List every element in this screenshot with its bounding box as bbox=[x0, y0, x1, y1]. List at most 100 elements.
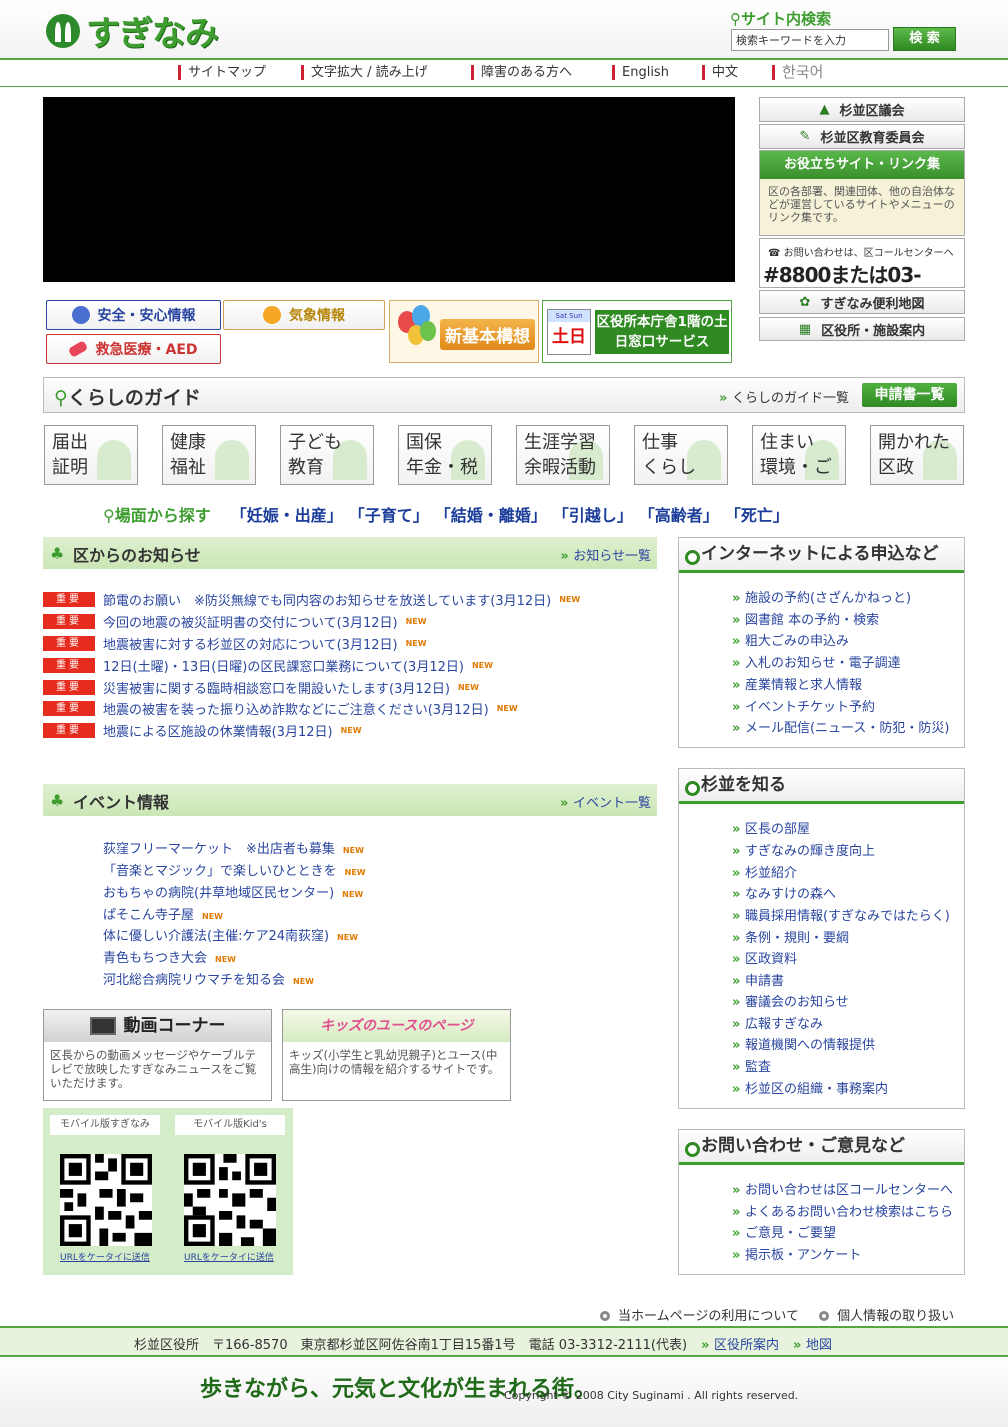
inquiry-link[interactable]: ご意見・ご要望 bbox=[732, 1222, 836, 1241]
inquiry-link[interactable]: よくあるお問い合わせ検索はこちら bbox=[732, 1201, 953, 1220]
event-link[interactable]: 河北総合病院リウマチを知る会 bbox=[103, 973, 285, 988]
main-banner[interactable] bbox=[43, 97, 735, 282]
logo-mark-icon bbox=[46, 13, 80, 48]
category-learning[interactable]: 生涯学習 余暇活動 bbox=[516, 425, 610, 485]
event-link[interactable]: ぱそこん寺子屋 bbox=[103, 908, 194, 923]
internet-link[interactable]: 入札のお知らせ・電子調達 bbox=[732, 652, 901, 671]
site-logo[interactable]: すぎなみ bbox=[46, 6, 219, 55]
weekend-service-label: 区役所本庁舎1階の土日窓口サービス bbox=[595, 310, 729, 354]
call-center-box[interactable]: ☎ お問い合わせは、区コールセンターへ #8800または03-3372-8800 bbox=[759, 238, 965, 312]
scene-marriage[interactable]: 「結婚・離婚」 bbox=[443, 506, 547, 525]
know-link[interactable]: 監査 bbox=[732, 1056, 771, 1075]
notice-link[interactable]: 地震被害に対する杉並区の対応について(3月12日) bbox=[103, 634, 398, 653]
basic-plan-banner[interactable]: 新基本構想 bbox=[389, 300, 539, 363]
useful-links-box[interactable]: お役立ちサイト・リンク集 区の各部署、関連団体、他の自治体などが運営しているサイ… bbox=[759, 150, 965, 236]
internet-apply-title: インターネットによる申込など bbox=[679, 538, 964, 573]
video-corner-box[interactable]: 動画コーナー 区長からの動画メッセージやケーブルテレビで放映したすぎなみニュース… bbox=[43, 1009, 272, 1101]
double-arrow-icon: » bbox=[793, 1338, 806, 1353]
nav-korean[interactable]: 한국어 bbox=[772, 65, 823, 80]
know-link[interactable]: 条例・規則・要綱 bbox=[732, 927, 849, 946]
important-badge: 重要 bbox=[43, 592, 95, 607]
event-link[interactable]: 「音楽とマジック」で楽しいひとときを bbox=[103, 864, 337, 879]
notice-link[interactable]: 地震の被害を装った振り込め詐欺などにご注意ください(3月12日) bbox=[103, 699, 489, 718]
inquiry-link[interactable]: お問い合わせは区コールセンターへ bbox=[732, 1179, 953, 1198]
internet-link[interactable]: メール配信(ニュース・防犯・防災) bbox=[732, 717, 950, 736]
facilities-link[interactable]: ▦ 区役所・施設案内 bbox=[759, 317, 965, 341]
new-badge: NEW bbox=[293, 977, 314, 986]
know-link[interactable]: 申請書 bbox=[732, 970, 784, 989]
emergency-button[interactable]: 救急医療・AED bbox=[46, 334, 221, 364]
scene-elderly[interactable]: 「高齢者」 bbox=[647, 506, 719, 525]
application-list-button[interactable]: 申請書一覧 bbox=[862, 383, 957, 407]
event-link[interactable]: おもちゃの病院(井草地域区民センター) bbox=[103, 886, 334, 901]
know-link[interactable]: 区政資料 bbox=[732, 948, 797, 967]
category-children[interactable]: 子ども 教育 bbox=[280, 425, 374, 485]
internet-link[interactable]: イベントチケット予約 bbox=[732, 696, 875, 715]
search-button[interactable]: 検 索 bbox=[893, 27, 956, 51]
notice-link[interactable]: 節電のお願い ※防災無線でも同内容のお知らせを放送しています(3月12日) bbox=[103, 590, 551, 609]
notice-link[interactable]: 今回の地震の被災証明書の交付について(3月12日) bbox=[103, 612, 398, 631]
notices-title: 区からのお知らせ bbox=[73, 546, 201, 565]
know-link[interactable]: 杉並紹介 bbox=[732, 862, 797, 881]
internet-link[interactable]: 粗大ごみの申込み bbox=[732, 630, 849, 649]
inquiry-link[interactable]: 掲示板・アンケート bbox=[732, 1244, 861, 1263]
weather-button[interactable]: 気象情報 bbox=[223, 300, 385, 330]
map-link[interactable]: ✿ すぎなみ便利地図 bbox=[759, 290, 965, 314]
category-housing[interactable]: 住まい環境・ごみ bbox=[752, 425, 846, 485]
safety-button[interactable]: 安全・安心情報 bbox=[46, 300, 221, 330]
know-link[interactable]: 区長の部屋 bbox=[732, 818, 810, 837]
usage-policy-link[interactable]: 当ホームページの利用について bbox=[600, 1309, 799, 1324]
know-suginami-title: 杉並を知る bbox=[679, 769, 964, 804]
notices-more-link[interactable]: » お知らせ一覧 bbox=[560, 545, 651, 564]
nav-disability[interactable]: 障害のある方へ bbox=[471, 65, 572, 80]
living-guide-list-link[interactable]: » くらしのガイド一覧 bbox=[719, 387, 849, 406]
send-url-link[interactable]: URLをケータイに送信 bbox=[184, 1250, 274, 1263]
know-link[interactable]: 職員採用情報(すぎなみではたらく) bbox=[732, 905, 950, 924]
category-health[interactable]: 健康 福祉 bbox=[162, 425, 256, 485]
circle-icon bbox=[600, 1311, 610, 1321]
weekend-service-banner[interactable]: Sat Sun 土日 区役所本庁舎1階の土日窓口サービス bbox=[542, 300, 732, 363]
event-link[interactable]: 荻窪フリーマーケット ※出店者も募集 bbox=[103, 842, 335, 857]
events-more-link[interactable]: » イベント一覧 bbox=[560, 792, 651, 811]
category-government[interactable]: 開かれた 区政 bbox=[870, 425, 964, 485]
notice-link[interactable]: 12日(土曜)・13日(日曜)の区民課窓口業務について(3月12日) bbox=[103, 656, 464, 675]
scene-pregnancy[interactable]: 「妊娠・出産」 bbox=[231, 506, 343, 525]
edu-board-link[interactable]: ✎ 杉並区教育委員会 bbox=[759, 124, 965, 149]
footer-address-bar: 杉並区役所 〒166-8570 東京都杉並区阿佐谷南1丁目15番1号 電話 03… bbox=[0, 1326, 1008, 1357]
know-link[interactable]: 広報すぎなみ bbox=[732, 1013, 823, 1032]
category-notification[interactable]: 届出 証明 bbox=[44, 425, 138, 485]
know-link[interactable]: すぎなみの輝き度向上 bbox=[732, 840, 875, 859]
category-insurance[interactable]: 国保 年金・税 bbox=[398, 425, 492, 485]
new-badge: NEW bbox=[337, 933, 359, 942]
notice-link[interactable]: 災害被害に関する臨時相談窓口を開設いたします(3月12日) bbox=[103, 678, 450, 697]
scene-childcare[interactable]: 「子育て」 bbox=[357, 506, 429, 525]
scene-moving[interactable]: 「引越し」 bbox=[561, 506, 633, 525]
search-input[interactable] bbox=[731, 29, 889, 51]
know-link[interactable]: 杉並区の組織・事務案内 bbox=[732, 1078, 888, 1097]
map-footer-link[interactable]: » 地図 bbox=[793, 1338, 832, 1353]
council-link[interactable]: ▲ 杉並区議会 bbox=[759, 97, 965, 122]
important-badge: 重要 bbox=[43, 680, 95, 695]
event-link[interactable]: 青色もちつき大会 bbox=[103, 951, 207, 966]
event-item: 青色もちつき大会 NEW bbox=[103, 947, 236, 966]
office-guide-link[interactable]: » 区役所案内 bbox=[701, 1338, 779, 1353]
send-url-link[interactable]: URLをケータイに送信 bbox=[60, 1250, 150, 1263]
inquiry-title: お問い合わせ・ご意見など bbox=[679, 1130, 964, 1165]
privacy-policy-link[interactable]: 個人情報の取り扱い bbox=[819, 1309, 954, 1324]
nav-sitemap[interactable]: サイトマップ bbox=[178, 65, 266, 80]
internet-link[interactable]: 産業情報と求人情報 bbox=[732, 674, 862, 693]
kids-youth-box[interactable]: キッズのユースのページ キッズ(小学生と乳幼児親子)とユース(中高生)向けの情報… bbox=[282, 1009, 511, 1101]
calendar-icon: Sat Sun 土日 bbox=[547, 309, 591, 355]
nav-english[interactable]: English bbox=[612, 65, 669, 80]
event-link[interactable]: 体に優しい介護法(主催:ケア24南荻窪) bbox=[103, 929, 329, 944]
category-work[interactable]: 仕事 くらし bbox=[634, 425, 728, 485]
know-link[interactable]: 審議会のお知らせ bbox=[732, 991, 849, 1010]
know-link[interactable]: なみすけの森へ bbox=[732, 883, 836, 902]
scene-death[interactable]: 「死亡」 bbox=[733, 506, 789, 525]
notice-link[interactable]: 地震による区施設の休業情報(3月12日) bbox=[103, 721, 333, 740]
internet-link[interactable]: 図書館 本の予約・検索 bbox=[732, 609, 879, 628]
know-link[interactable]: 報道機関への情報提供 bbox=[732, 1034, 875, 1053]
internet-link[interactable]: 施設の予約(さざんかねっと) bbox=[732, 587, 911, 606]
nav-text-size[interactable]: 文字拡大 / 読み上げ bbox=[301, 65, 428, 80]
nav-chinese[interactable]: 中文 bbox=[702, 65, 738, 80]
